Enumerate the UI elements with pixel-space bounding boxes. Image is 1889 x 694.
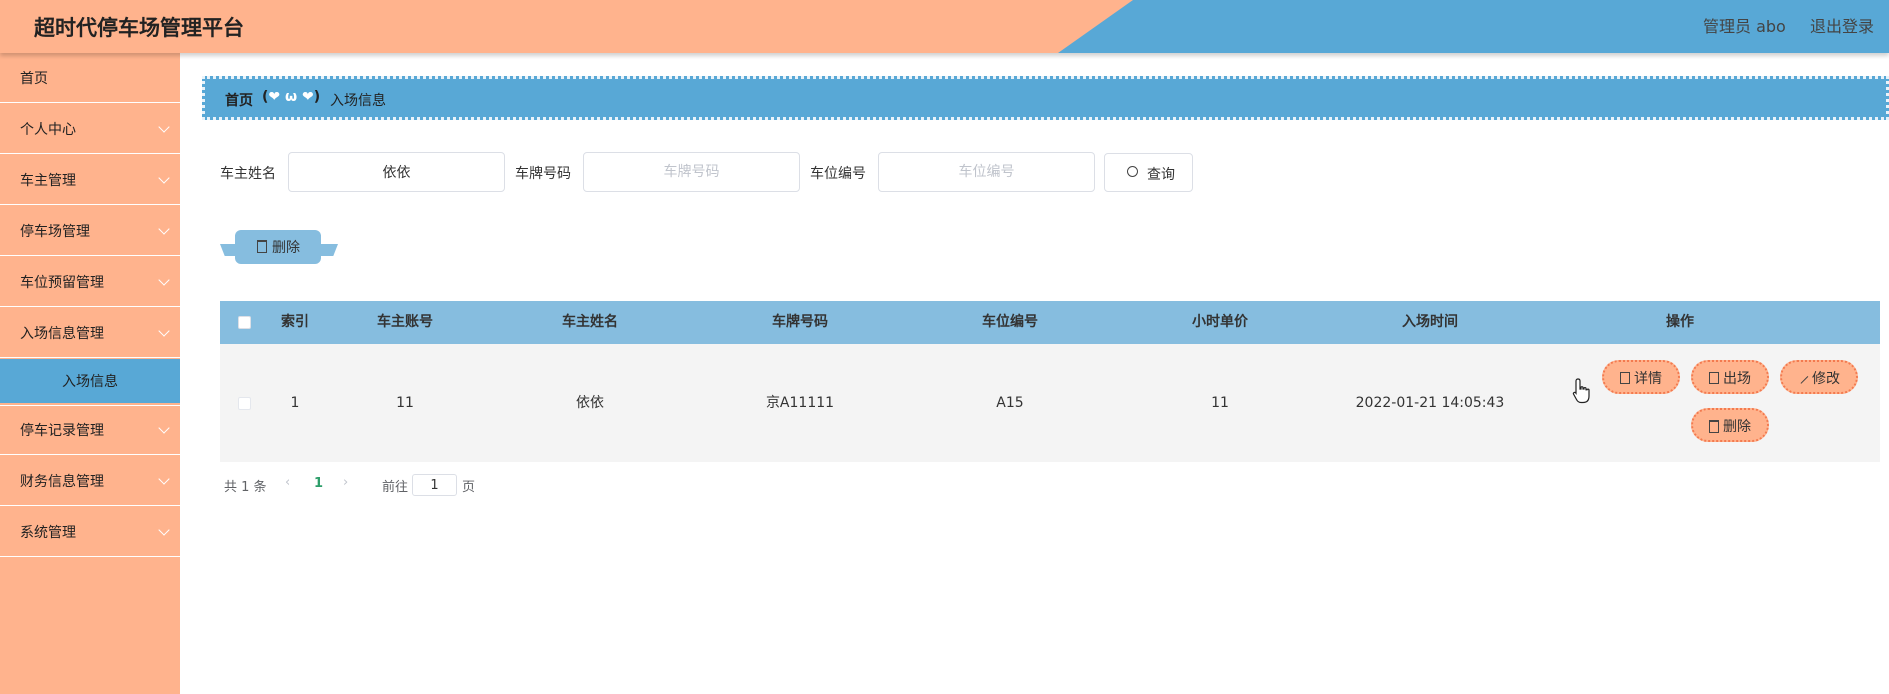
- top-header: 超时代停车场管理平台 管理员 abo 退出登录: [0, 0, 1889, 53]
- cell-plate: 京A11111: [765, 395, 835, 411]
- exit-button-label: 出场: [1723, 371, 1751, 387]
- chevron-right-icon[interactable]: ›: [343, 475, 348, 490]
- sidebar-item-profile[interactable]: 个人中心: [0, 104, 180, 154]
- row-delete-button[interactable]: 删除: [1691, 408, 1769, 442]
- breadcrumb-home[interactable]: 首页: [225, 90, 253, 110]
- plate-input[interactable]: [583, 152, 800, 192]
- column-header-entry-time: 入场时间: [1402, 314, 1458, 330]
- document-icon: [1620, 372, 1630, 384]
- column-header-space: 车位编号: [982, 314, 1038, 330]
- breadcrumb-separator: (❤ ω ❤): [262, 89, 321, 105]
- chevron-down-icon: [158, 120, 170, 133]
- edit-button-label: 修改: [1812, 371, 1840, 387]
- chevron-down-icon: [158, 422, 170, 434]
- sidebar-item-label: 个人中心: [20, 121, 76, 138]
- cell-space: A15: [996, 395, 1024, 411]
- owner-name-input[interactable]: [288, 152, 505, 192]
- exit-button[interactable]: 出场: [1691, 360, 1769, 394]
- bulk-delete-button-body: 删除: [235, 230, 321, 264]
- column-header-name: 车主姓名: [562, 314, 618, 330]
- query-button-label: 查询: [1147, 167, 1175, 183]
- document-icon: [1709, 372, 1719, 384]
- cell-account: 11: [396, 395, 414, 411]
- row-checkbox[interactable]: [238, 397, 251, 410]
- sidebar-item-owners[interactable]: 车主管理: [0, 155, 180, 205]
- sidebar-item-label: 系统管理: [20, 524, 76, 541]
- sidebar-item-home[interactable]: 首页: [0, 53, 180, 103]
- chevron-down-icon: [158, 324, 170, 337]
- sidebar-item-label: 停车记录管理: [20, 423, 104, 439]
- sidebar-item-label: 车位预留管理: [20, 274, 104, 291]
- chevron-down-icon: [158, 523, 170, 536]
- pagination-goto-label: 前往: [382, 480, 409, 495]
- sidebar-item-reservations[interactable]: 车位预留管理: [0, 257, 180, 307]
- chevron-down-icon: [158, 171, 170, 184]
- sidebar-item-label: 首页: [20, 70, 48, 87]
- column-header-actions: 操作: [1666, 314, 1694, 330]
- edit-button[interactable]: 修改: [1780, 360, 1858, 394]
- sidebar-item-label: 入场信息管理: [20, 325, 104, 342]
- logout-link[interactable]: 退出登录: [1810, 13, 1874, 37]
- owner-name-label: 车主姓名: [220, 166, 276, 182]
- space-input[interactable]: [878, 152, 1095, 192]
- cell-price: 11: [1211, 395, 1229, 411]
- hand-cursor-icon: [1572, 378, 1590, 404]
- header-blue-band: [1058, 0, 1889, 53]
- column-header-plate: 车牌号码: [772, 314, 828, 330]
- chevron-down-icon: [158, 222, 170, 235]
- pagination-total: 共 1 条: [224, 480, 267, 495]
- pagination-page-suffix: 页: [462, 480, 476, 495]
- sidebar-item-entry-management[interactable]: 入场信息管理: [0, 308, 180, 358]
- sidebar-item-label: 停车场管理: [20, 223, 90, 240]
- admin-user-label: 管理员 abo: [1703, 17, 1786, 36]
- table-header: 索引 车主账号 车主姓名 车牌号码 车位编号 小时单价 入场时间 操作: [220, 301, 1880, 344]
- cell-entry-time: 2022-01-21 14:05:43: [1355, 395, 1505, 411]
- sidebar-subitem-entry-info[interactable]: 入场信息: [0, 359, 180, 403]
- trash-icon: [1709, 420, 1719, 433]
- plate-label: 车牌号码: [515, 166, 571, 182]
- row-delete-button-label: 删除: [1723, 419, 1751, 435]
- cell-name: 依依: [576, 395, 604, 411]
- breadcrumb: 首页 (❤ ω ❤) 入场信息: [202, 76, 1889, 120]
- edit-icon: [1797, 373, 1809, 384]
- chevron-down-icon: [158, 472, 170, 485]
- column-header-price: 小时单价: [1192, 314, 1248, 330]
- sidebar-item-finance[interactable]: 财务信息管理: [0, 456, 180, 506]
- column-header-index: 索引: [281, 314, 309, 330]
- breadcrumb-current: 入场信息: [330, 93, 386, 109]
- sidebar-item-parking-records[interactable]: 停车记录管理: [0, 405, 180, 455]
- table-row: 1 11 依依 京A11111 A15 11 2022-01-21 14:05:…: [220, 344, 1880, 462]
- bulk-delete-button[interactable]: 删除: [220, 230, 338, 266]
- space-label: 车位编号: [810, 166, 866, 182]
- bulk-delete-label: 删除: [272, 240, 300, 256]
- sidebar-item-label: 财务信息管理: [20, 473, 104, 490]
- query-button[interactable]: 查询: [1104, 153, 1193, 192]
- app-title: 超时代停车场管理平台: [34, 16, 244, 40]
- select-all-checkbox[interactable]: [238, 316, 251, 329]
- chevron-down-icon: [158, 273, 170, 286]
- sidebar: 首页 个人中心 车主管理 停车场管理 车位预留管理 入场信息管理 入场信息 停车…: [0, 53, 180, 694]
- trash-icon: [257, 240, 267, 253]
- detail-button-label: 详情: [1634, 371, 1662, 387]
- column-header-account: 车主账号: [377, 314, 433, 330]
- search-icon: [1127, 166, 1138, 177]
- pagination-goto-input[interactable]: [412, 474, 457, 496]
- cell-index: 1: [290, 395, 300, 411]
- detail-button[interactable]: 详情: [1602, 360, 1680, 394]
- sidebar-item-system[interactable]: 系统管理: [0, 507, 180, 557]
- sidebar-subitem-label: 入场信息: [62, 374, 118, 390]
- pagination-page-number[interactable]: 1: [314, 476, 323, 491]
- chevron-left-icon[interactable]: ‹: [285, 475, 290, 490]
- sidebar-item-parking-lots[interactable]: 停车场管理: [0, 206, 180, 256]
- sidebar-item-label: 车主管理: [20, 172, 76, 189]
